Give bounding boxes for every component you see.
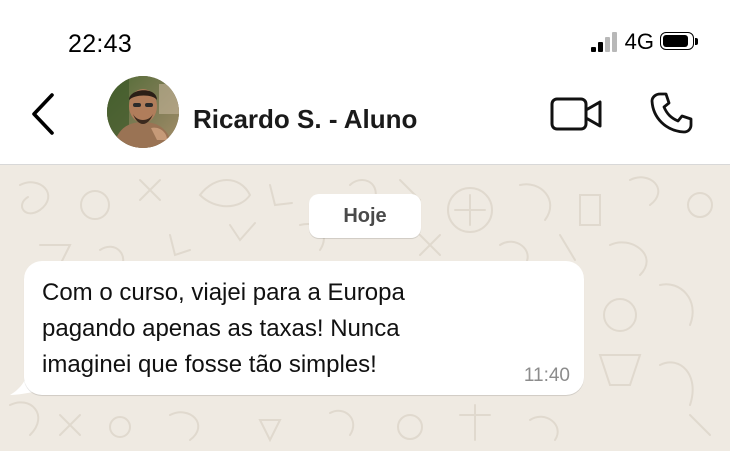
avatar[interactable] xyxy=(107,76,179,148)
signal-icon xyxy=(590,32,619,52)
battery-fill xyxy=(663,35,688,47)
status-time: 22:43 xyxy=(68,30,133,58)
status-bar: 22:43 4G xyxy=(0,0,730,70)
signal-bar xyxy=(597,42,603,52)
message-time: 11:40 xyxy=(523,365,570,386)
signal-bar xyxy=(604,37,610,52)
phone-icon xyxy=(650,92,693,134)
status-indicators: 4G xyxy=(590,29,698,55)
date-separator: Hoje xyxy=(309,194,421,238)
contact-name[interactable]: Ricardo S. - Aluno xyxy=(193,104,417,135)
video-call-button[interactable] xyxy=(549,94,605,134)
message-bubble[interactable]: Com o curso, viajei para a Europa pagand… xyxy=(24,261,584,395)
chat-header: Ricardo S. - Aluno xyxy=(0,70,730,165)
video-camera-icon xyxy=(550,97,602,131)
signal-bar xyxy=(590,47,596,52)
battery-nub xyxy=(695,38,698,45)
signal-bar xyxy=(611,32,617,52)
chat-area[interactable]: Hoje Com o curso, viajei para a Europa p… xyxy=(0,165,730,451)
message-text: Com o curso, viajei para a Europa pagand… xyxy=(42,279,405,378)
avatar-photo xyxy=(107,76,179,148)
voice-call-button[interactable] xyxy=(648,90,694,136)
battery-icon xyxy=(660,32,698,52)
network-type: 4G xyxy=(624,29,654,54)
back-arrow-icon xyxy=(32,93,54,135)
back-button[interactable] xyxy=(24,90,64,138)
